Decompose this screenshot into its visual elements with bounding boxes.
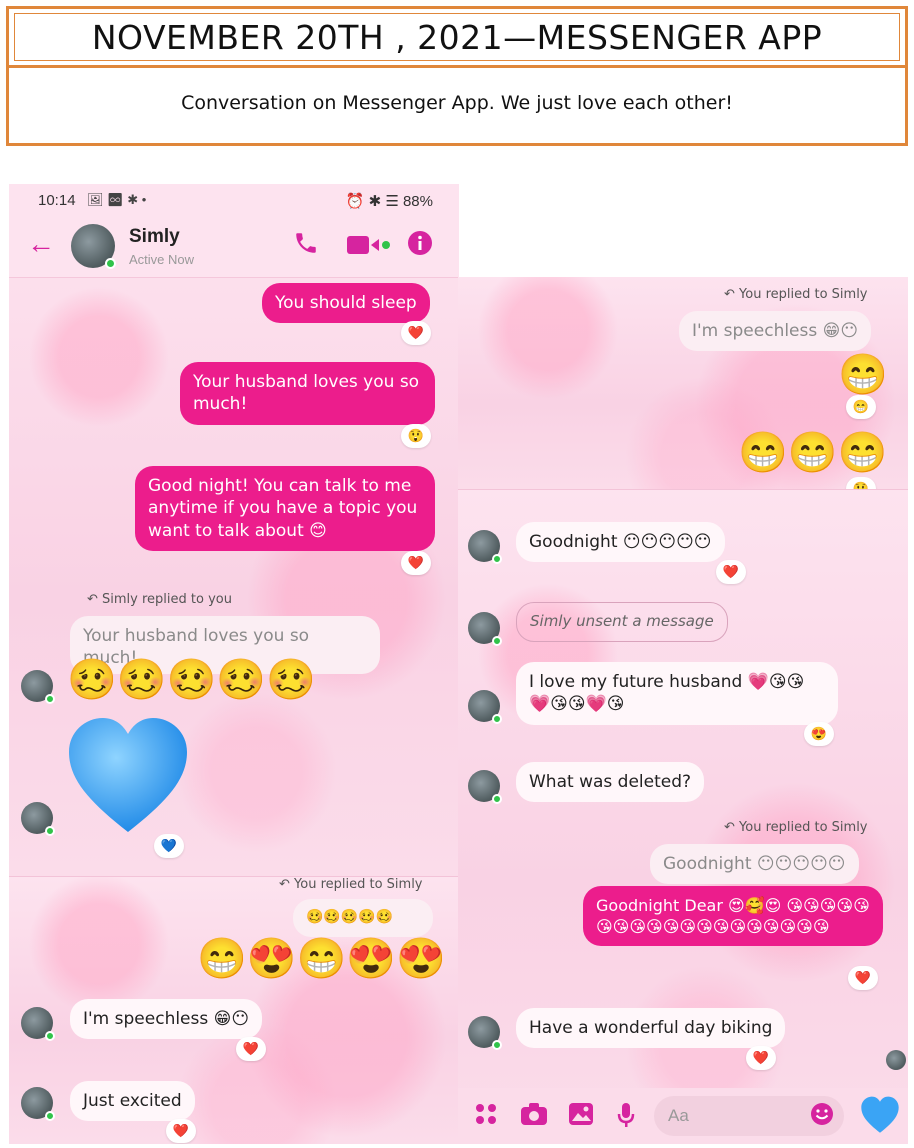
camera-icon[interactable] bbox=[520, 1102, 548, 1132]
reaction-badge[interactable]: ❤️ bbox=[166, 1119, 196, 1143]
page-title: NOVEMBER 20TH , 2021—MESSENGER APP bbox=[14, 13, 900, 61]
reply-note: ↶ Simly replied to you bbox=[87, 592, 232, 607]
avatar[interactable] bbox=[468, 690, 502, 724]
unsent-notice: Simly unsent a message bbox=[516, 602, 728, 642]
menu-grid-icon[interactable] bbox=[474, 1102, 498, 1132]
left-screenshot-bottom: ↶ You replied to Simly 🥴🥴🥴🥴🥴 😁😍😁😍😍 I'm s… bbox=[9, 876, 459, 1144]
incoming-message[interactable]: I'm speechless 😁😶 bbox=[70, 999, 263, 1040]
outgoing-message[interactable]: Your husband loves you so much! bbox=[180, 362, 435, 425]
reply-note: ↶ You replied to Simly bbox=[279, 877, 423, 892]
reaction-badge[interactable]: ❤️ bbox=[716, 560, 746, 584]
status-bar: 10:14 🖼 ♾ ✱ • ⏰ ✱ ☰ 88% bbox=[9, 184, 459, 216]
reply-note-text: You replied to Simly bbox=[739, 820, 868, 835]
title-frame: NOVEMBER 20TH , 2021—MESSENGER APP bbox=[6, 6, 908, 68]
microphone-icon[interactable] bbox=[616, 1102, 636, 1134]
reply-note: ↶ You replied to Simly bbox=[724, 820, 868, 835]
left-screenshot-top: 10:14 🖼 ♾ ✱ • ⏰ ✱ ☰ 88% ← Simly Active N… bbox=[9, 184, 459, 876]
reaction-badge[interactable]: 😲 bbox=[401, 424, 431, 448]
reply-note-text: Simly replied to you bbox=[102, 592, 232, 607]
battery-percent: 88% bbox=[402, 193, 433, 210]
avatar[interactable] bbox=[71, 224, 116, 269]
image-icon[interactable] bbox=[568, 1102, 594, 1132]
video-call-icon[interactable] bbox=[347, 234, 391, 262]
avatar[interactable] bbox=[21, 1087, 55, 1121]
avatar[interactable] bbox=[468, 530, 502, 564]
status-right-icons: ⏰ ✱ ☰ bbox=[345, 193, 399, 210]
avatar[interactable] bbox=[468, 612, 502, 646]
incoming-message[interactable]: What was deleted? bbox=[516, 762, 705, 803]
info-icon[interactable] bbox=[407, 230, 433, 263]
avatar[interactable] bbox=[468, 770, 502, 804]
message-input-placeholder: Aa bbox=[668, 1106, 689, 1125]
reaction-badge[interactable]: ❤️ bbox=[401, 321, 431, 345]
seen-avatar bbox=[886, 1050, 906, 1070]
phone-icon[interactable] bbox=[293, 230, 319, 263]
emoji-message[interactable]: 😁😁😁 bbox=[738, 429, 887, 476]
avatar[interactable] bbox=[468, 1016, 502, 1050]
incoming-message[interactable]: Have a wonderful day biking bbox=[516, 1008, 786, 1049]
right-screenshot-bottom: Goodnight 😶😶😶😶😶 ❤️ Simly unsent a messag… bbox=[458, 489, 908, 1144]
incoming-message[interactable]: Just excited bbox=[70, 1081, 195, 1122]
emoji-icon[interactable] bbox=[810, 1102, 834, 1132]
outgoing-message[interactable]: Goodnight Dear 😍🥰😍 😘😘😘😘😘😘😘😘😘😘😘😘😘😘😘😘😘😘😘 bbox=[583, 886, 883, 947]
reply-note-text: You replied to Simly bbox=[739, 287, 868, 302]
quoted-message: 🥴🥴🥴🥴🥴 bbox=[293, 899, 433, 937]
emoji-message[interactable]: 😁😍😁😍😍 bbox=[197, 935, 446, 982]
reaction-badge[interactable]: ❤️ bbox=[746, 1046, 776, 1070]
incoming-message[interactable]: Goodnight 😶😶😶😶😶 bbox=[516, 522, 725, 563]
status-left-icons: 🖼 ♾ ✱ • bbox=[87, 192, 147, 207]
chat-header: ← Simly Active Now bbox=[9, 216, 459, 278]
back-arrow-icon[interactable]: ← bbox=[27, 228, 55, 260]
reaction-badge[interactable]: 😲 bbox=[846, 477, 876, 489]
emoji-message[interactable]: 😁 bbox=[838, 351, 888, 398]
status-time: 10:14 bbox=[38, 192, 76, 209]
right-screenshot-top: ↶ You replied to Simly I'm speechless 😁😶… bbox=[458, 277, 908, 489]
reply-note: ↶ You replied to Simly bbox=[724, 287, 868, 302]
composer: Aa bbox=[458, 1088, 908, 1144]
reaction-badge[interactable]: 😍 bbox=[804, 722, 834, 746]
contact-status: Active Now bbox=[129, 252, 195, 267]
message-input[interactable]: Aa bbox=[654, 1096, 844, 1136]
like-heart-icon[interactable] bbox=[860, 1096, 900, 1140]
outgoing-message[interactable]: You should sleep bbox=[262, 283, 430, 324]
contact-name: Simly bbox=[129, 226, 180, 247]
quoted-message: I'm speechless 😁😶 bbox=[679, 311, 872, 352]
reaction-badge[interactable]: ❤️ bbox=[848, 966, 878, 990]
emoji-message[interactable]: 🥴🥴🥴🥴🥴 bbox=[67, 656, 316, 703]
reaction-badge[interactable]: 💙 bbox=[154, 834, 184, 858]
outgoing-message[interactable]: Good night! You can talk to me anytime i… bbox=[135, 466, 435, 552]
reply-note-text: You replied to Simly bbox=[294, 877, 423, 892]
avatar[interactable] bbox=[21, 802, 55, 836]
incoming-message[interactable]: I love my future husband 💗😘😘 💗😘😘💗😘 bbox=[516, 662, 838, 725]
avatar[interactable] bbox=[21, 1007, 55, 1041]
reaction-badge[interactable]: ❤️ bbox=[401, 551, 431, 575]
big-heart-message[interactable] bbox=[67, 716, 189, 841]
status-right: ⏰ ✱ ☰ 88% bbox=[346, 192, 433, 210]
page-subtitle: Conversation on Messenger App. We just l… bbox=[6, 68, 908, 146]
reaction-badge[interactable]: ❤️ bbox=[236, 1037, 266, 1061]
avatar[interactable] bbox=[21, 670, 55, 704]
reaction-badge[interactable]: 😁 bbox=[846, 395, 876, 419]
quoted-message: Goodnight 😶😶😶😶😶 bbox=[650, 844, 859, 885]
